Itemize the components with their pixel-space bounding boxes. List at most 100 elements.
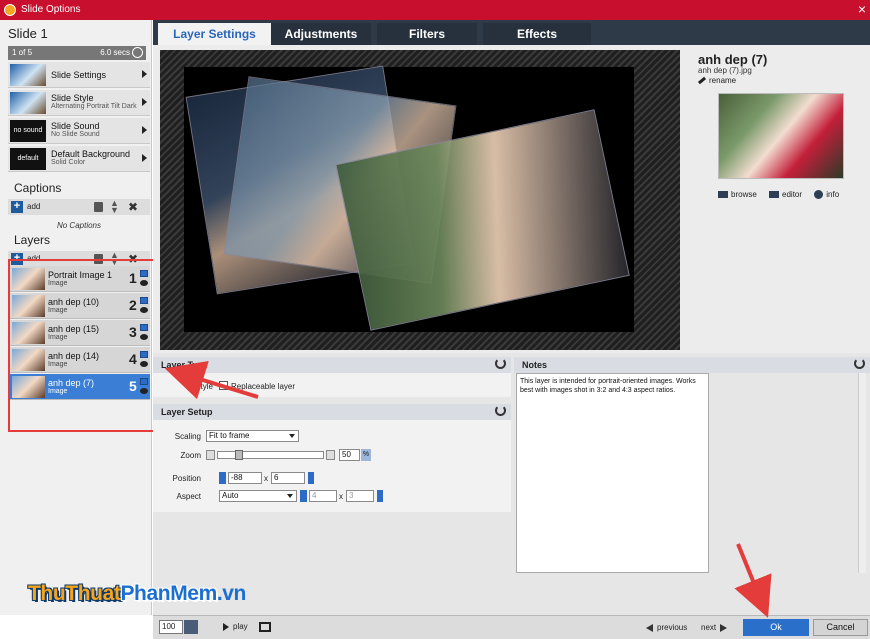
move-up-down-icon[interactable]: ▲ ▼ [110, 199, 119, 215]
editor-label: editor [782, 190, 803, 199]
zoom-slider[interactable] [217, 451, 324, 459]
aspect-label: Aspect [176, 492, 201, 501]
default-background-item[interactable]: default Default Background Solid Color [8, 146, 150, 172]
zoom-decrease-button[interactable] [206, 450, 215, 460]
title-bar: Slide Options × [0, 0, 870, 20]
editor-icon [769, 191, 780, 199]
watermark-part1: ThuThuat [28, 582, 121, 605]
slide-style-thumb [10, 92, 46, 114]
zoom-increase-button[interactable] [326, 450, 335, 460]
cancel-button[interactable]: Cancel [813, 619, 868, 636]
browse-button[interactable]: browse [718, 190, 757, 199]
slide-duration: 6.0 secs [100, 48, 130, 57]
clock-icon[interactable] [132, 47, 143, 58]
tab-effects[interactable]: Effects [483, 23, 591, 45]
image-thumbnail [718, 93, 844, 179]
previous-label: previous [657, 623, 688, 632]
reset-icon[interactable] [854, 358, 865, 369]
zoom-unit: % [361, 449, 371, 461]
replaceable-checkbox[interactable] [219, 381, 228, 390]
layer-setup-body: Scaling Fit to frame Zoom 50 % Position … [153, 420, 511, 512]
slide-count-bar: 1 of 5 6.0 secs [8, 46, 146, 60]
browse-label: browse [731, 190, 757, 199]
position-separator: x [264, 474, 268, 483]
style-label: Style [195, 382, 213, 391]
position-spinner[interactable] [308, 472, 314, 484]
zoom-input[interactable]: 50 [339, 449, 360, 461]
option-sub: Solid Color [51, 159, 86, 166]
position-link-icon[interactable] [219, 472, 226, 484]
pencil-icon [697, 77, 707, 85]
aspect-width-input[interactable]: 4 [309, 490, 337, 502]
rename-link[interactable]: rename [697, 76, 736, 85]
window-title: Slide Options [21, 4, 81, 15]
option-name: Slide Sound [51, 121, 100, 131]
position-x-input[interactable]: -88 [228, 472, 262, 484]
aspect-separator: x [339, 492, 343, 501]
layer-setup-title: Layer Setup [161, 407, 213, 417]
info-icon [814, 190, 824, 200]
scaling-select[interactable]: Fit to frame [206, 430, 299, 442]
tab-bar: Layer Settings Adjustments Filters Effec… [153, 20, 870, 45]
chevron-right-icon [142, 126, 147, 134]
scaling-label: Scaling [174, 432, 201, 441]
reset-icon[interactable] [495, 358, 506, 369]
previous-button[interactable]: previous [646, 623, 687, 632]
default-thumb: default [10, 148, 46, 170]
add-caption-icon[interactable]: + [11, 201, 23, 213]
position-label: Position [172, 474, 201, 483]
tab-filters[interactable]: Filters [377, 23, 477, 45]
reset-icon[interactable] [495, 405, 506, 416]
folder-icon [718, 191, 728, 199]
notes-scrollbar[interactable] [858, 373, 866, 573]
next-button[interactable]: next [701, 623, 728, 632]
play-label: play [233, 622, 248, 631]
no-captions-label: No Captions [56, 221, 102, 230]
watermark-part2: PhanMem [120, 582, 217, 605]
position-y-input[interactable]: 6 [271, 472, 305, 484]
watermark-part3: .vn [216, 582, 247, 605]
aspect-link-icon[interactable] [300, 490, 307, 502]
editor-button[interactable]: editor [769, 190, 802, 199]
option-sub: No Slide Sound [51, 131, 100, 138]
info-button[interactable]: info [814, 190, 840, 200]
preview-area: anh dep (7) anh dep (7).jpg rename brows… [153, 45, 870, 353]
slide-settings-item[interactable]: Slide Settings [8, 62, 150, 88]
settings-section: Layer Type Style Replaceable layer Layer… [153, 353, 870, 615]
tools-icon[interactable]: ✖ [128, 200, 138, 214]
aspect-spinner[interactable] [377, 490, 383, 502]
tab-adjustments[interactable]: Adjustments [271, 23, 371, 45]
captions-title: Captions [14, 181, 62, 195]
file-actions: browse editor info [718, 190, 849, 200]
tab-layer-settings[interactable]: Layer Settings [158, 23, 271, 45]
replaceable-label: Replaceable layer [231, 382, 296, 391]
aspect-height-input[interactable]: 3 [346, 490, 374, 502]
chevron-right-icon [142, 98, 147, 106]
slide-preview-canvas[interactable] [160, 50, 680, 350]
preview-zoom-input[interactable]: 100 [159, 620, 183, 634]
chevron-right-icon [142, 70, 147, 78]
slide-sound-item[interactable]: no sound Slide Sound No Slide Sound [8, 118, 150, 144]
ok-button[interactable]: Ok [743, 619, 809, 636]
play-icon [223, 622, 229, 631]
close-icon[interactable]: × [858, 1, 866, 17]
arrow-right-icon [720, 623, 728, 632]
add-caption-button[interactable]: add [27, 202, 40, 211]
magnifier-icon[interactable] [184, 620, 198, 634]
layer-setup-header: Layer Setup [153, 404, 511, 420]
next-label: next [701, 623, 717, 632]
aspect-select[interactable]: Auto [219, 490, 297, 502]
slide-title: Slide 1 [8, 26, 48, 41]
zoom-label: Zoom [180, 451, 201, 460]
fullscreen-icon[interactable] [259, 622, 271, 632]
notes-textarea[interactable]: This layer is intended for portrait-orie… [516, 373, 709, 573]
notes-title: Notes [522, 360, 548, 370]
slide-style-item[interactable]: Slide Style Alternating Portrait Tilt Da… [8, 90, 150, 116]
option-name: Slide Style [51, 93, 94, 103]
chevron-right-icon [142, 154, 147, 162]
file-title: anh dep (7) [698, 52, 768, 67]
trash-icon[interactable] [94, 202, 103, 212]
info-label: info [826, 190, 840, 199]
play-button[interactable]: play [223, 622, 248, 631]
zoom-slider-handle[interactable] [235, 450, 243, 460]
